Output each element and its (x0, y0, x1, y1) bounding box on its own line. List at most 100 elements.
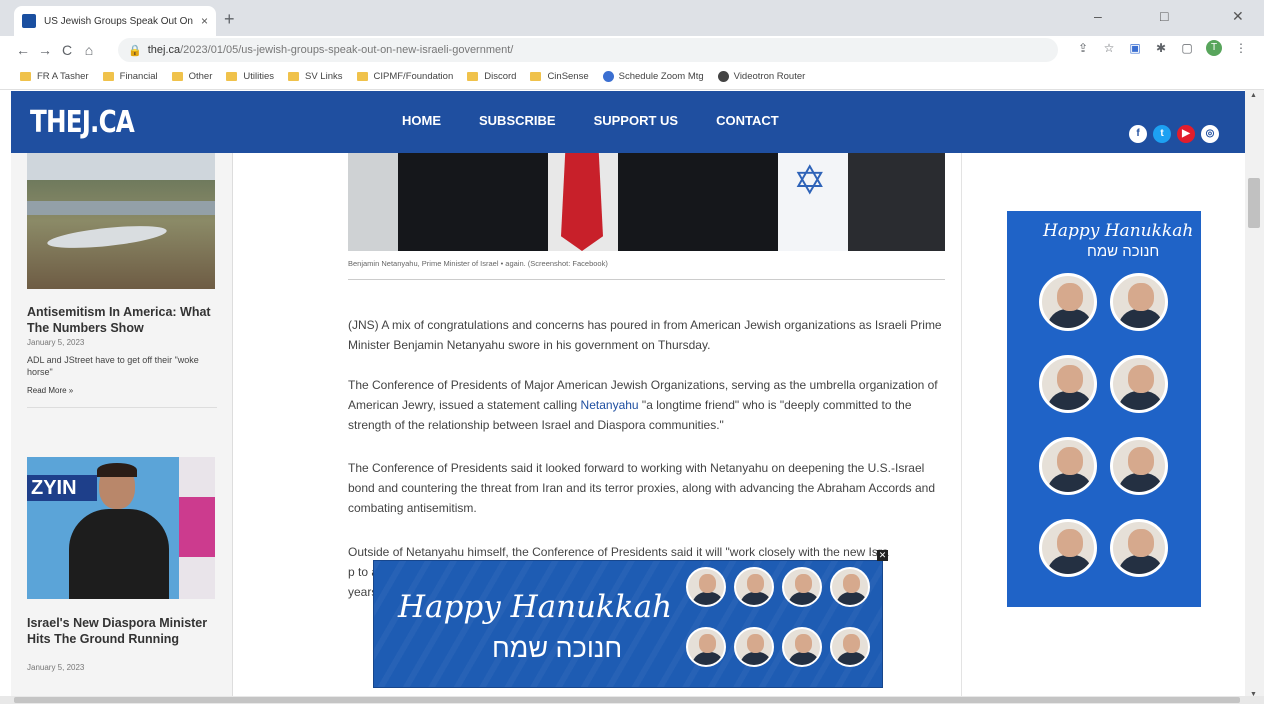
bookmark-folder[interactable]: Discord (467, 71, 516, 82)
instagram-icon[interactable]: ◎ (1201, 125, 1219, 143)
portrait-face (1057, 529, 1083, 557)
portrait-torso (836, 592, 868, 605)
site-favicon-icon (22, 14, 36, 28)
portrait-torso (788, 652, 820, 665)
bookmark-label: CinSense (547, 71, 589, 82)
bookmarks-bar: FR A Tasher Financial Other Utilities SV… (0, 64, 1264, 90)
sidebar-article-title[interactable]: Israel's New Diaspora Minister Hits The … (27, 615, 217, 647)
browser-toolbar: ← → C ⌂ 🔒 thej.ca/2023/01/05/us-jewish-g… (0, 36, 1264, 64)
sidebar-article-date: January 5, 2023 (27, 338, 85, 347)
nav-subscribe[interactable]: SUBSCRIBE (479, 113, 556, 128)
article-paragraph: (JNS) A mix of congratulations and conce… (348, 318, 942, 352)
scroll-thumb[interactable] (14, 697, 1240, 703)
portrait-torso (1118, 473, 1164, 492)
new-tab-button[interactable]: + (224, 9, 235, 30)
puzzle-extensions-icon[interactable]: ✱ (1154, 41, 1168, 55)
social-links: f t ▶ ◎ (1129, 125, 1219, 143)
folder-icon (171, 72, 183, 81)
article-paragraph: The Conference of Presidents said it loo… (348, 461, 936, 515)
left-sidebar: Antisemitism In America: What The Number… (11, 153, 233, 704)
hero-background (348, 153, 398, 251)
ad-title: Happy Hanukkah (398, 589, 673, 625)
portrait-face (1128, 529, 1154, 557)
bookmark-folder[interactable]: Other (171, 71, 213, 82)
portrait-face (747, 634, 764, 653)
bookmark-folder[interactable]: Utilities (226, 71, 274, 82)
hanukkah-banner-ad[interactable]: Happy Hanukkah חנוכה שמח (373, 560, 883, 688)
menu-kebab-icon[interactable]: ⋮ (1234, 41, 1248, 55)
portrait-torso (1118, 555, 1164, 574)
bookmark-label: Other (188, 71, 213, 82)
portrait-face (699, 574, 716, 593)
ad-portrait (686, 627, 726, 667)
profile-avatar[interactable]: T (1206, 40, 1222, 56)
maximize-button[interactable]: □ (1160, 8, 1168, 24)
facebook-icon[interactable]: f (1129, 125, 1147, 143)
tab-close-icon[interactable]: × (201, 14, 208, 28)
article-thumbnail[interactable]: ZYIN (27, 457, 215, 599)
bookmark-label: Videotron Router (733, 71, 806, 82)
sidebar-article-title[interactable]: Antisemitism In America: What The Number… (27, 304, 217, 336)
thumbnail-person (61, 463, 171, 599)
portrait-torso (1047, 555, 1093, 574)
nav-contact[interactable]: CONTACT (716, 113, 779, 128)
reload-button[interactable]: C (56, 42, 78, 58)
scroll-thumb[interactable] (1248, 178, 1260, 228)
ad-portrait (1110, 273, 1168, 331)
bookmark-link[interactable]: Schedule Zoom Mtg (602, 71, 704, 82)
sidebar-article-date: January 5, 2023 (27, 663, 85, 672)
ad-portrait (1110, 519, 1168, 577)
bookmark-link[interactable]: Videotron Router (717, 71, 806, 82)
address-bar[interactable]: 🔒 thej.ca/2023/01/05/us-jewish-groups-sp… (118, 38, 1058, 62)
ad-hebrew: חנוכה שמח (1087, 243, 1160, 260)
minimize-button[interactable]: – (1094, 8, 1102, 24)
ad-portrait (1110, 437, 1168, 495)
bookmark-star-icon[interactable]: ☆ (1102, 41, 1116, 55)
ad-portrait (782, 567, 822, 607)
twitter-icon[interactable]: t (1153, 125, 1171, 143)
extension-icon[interactable]: ▣ (1128, 41, 1142, 55)
bookmark-folder[interactable]: CIPMF/Foundation (356, 71, 453, 82)
hanukkah-side-ad[interactable]: Happy Hanukkah חנוכה שמח (1007, 211, 1201, 607)
ad-close-icon[interactable]: ✕ (877, 550, 888, 561)
toolbar-actions: ⇪ ☆ ▣ ✱ ▢ T ⋮ (1076, 40, 1248, 56)
horizontal-scrollbar[interactable] (0, 696, 1264, 704)
portrait-face (843, 574, 860, 593)
bookmark-folder[interactable]: Financial (102, 71, 158, 82)
hero-tie (561, 153, 603, 251)
netanyahu-link[interactable]: Netanyahu (581, 398, 639, 412)
ad-title: Happy Hanukkah (1043, 221, 1194, 241)
ad-portrait (1039, 355, 1097, 413)
nav-support-us[interactable]: SUPPORT US (594, 113, 679, 128)
read-more-link[interactable]: Read More » (27, 386, 73, 395)
share-icon[interactable]: ⇪ (1076, 41, 1090, 55)
thumbnail-scenery (27, 200, 215, 215)
scroll-up-icon[interactable]: ▲ (1250, 92, 1257, 99)
side-panel-icon[interactable]: ▢ (1180, 41, 1194, 55)
portrait-torso (1047, 391, 1093, 410)
back-button[interactable]: ← (12, 42, 34, 58)
url-path: /2023/01/05/us-jewish-groups-speak-out-o… (180, 44, 514, 56)
close-window-button[interactable]: ✕ (1232, 8, 1244, 25)
bookmark-label: Discord (484, 71, 517, 82)
globe-icon (717, 71, 729, 82)
folder-icon (226, 72, 238, 81)
browser-tab-active[interactable]: US Jewish Groups Speak Out On × (14, 6, 216, 36)
person-hair (97, 463, 137, 477)
youtube-icon[interactable]: ▶ (1177, 125, 1195, 143)
forward-button[interactable]: → (34, 42, 56, 58)
folder-icon (356, 72, 368, 81)
vertical-scrollbar[interactable]: ▲ ▼ (1245, 90, 1264, 704)
bookmark-folder[interactable]: FR A Tasher (20, 71, 89, 82)
nav-home[interactable]: HOME (402, 113, 441, 128)
main-nav: HOME SUBSCRIBE SUPPORT US CONTACT (402, 113, 779, 128)
bookmark-label: Schedule Zoom Mtg (618, 71, 704, 82)
bookmark-folder[interactable]: CinSense (530, 71, 589, 82)
portrait-torso (1118, 391, 1164, 410)
home-button[interactable]: ⌂ (78, 42, 100, 58)
article-thumbnail[interactable] (27, 153, 215, 289)
site-logo[interactable]: THEJ.CA (30, 105, 135, 140)
portrait-face (699, 634, 716, 653)
bookmark-folder[interactable]: SV Links (288, 71, 343, 82)
browser-tabstrip: US Jewish Groups Speak Out On × + – □ ✕ (0, 0, 1264, 36)
